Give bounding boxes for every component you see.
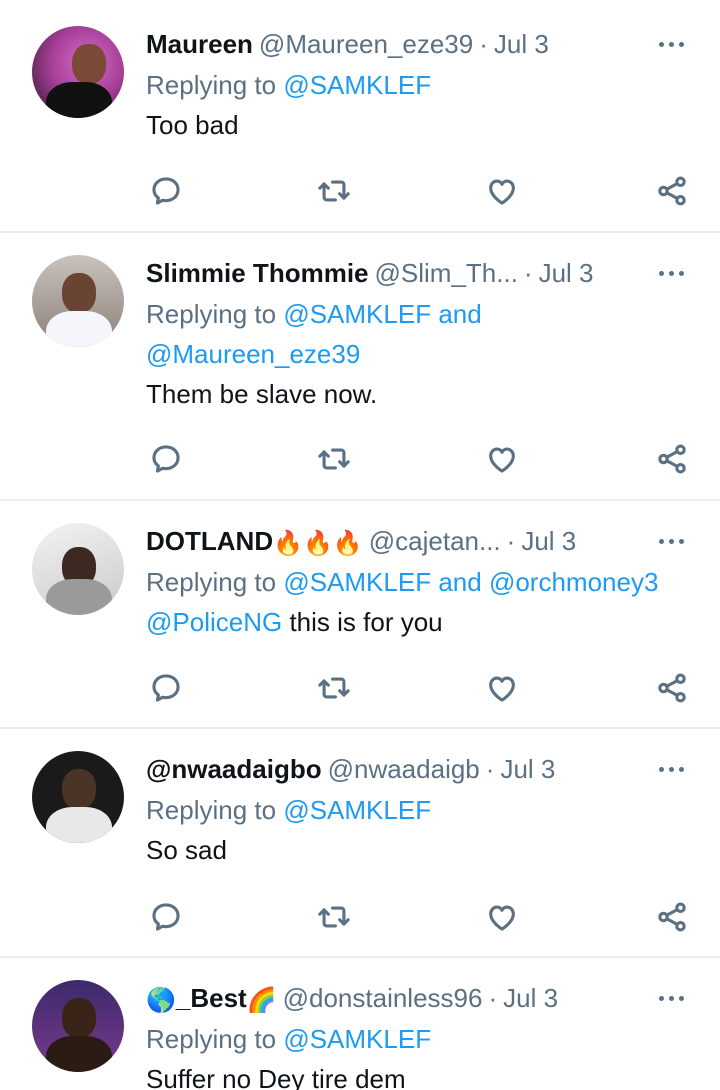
replying-to: Replying to @SAMKLEF bbox=[146, 790, 720, 830]
reply-and: and bbox=[438, 299, 482, 329]
avatar[interactable] bbox=[32, 26, 124, 118]
reply-icon[interactable] bbox=[146, 439, 186, 479]
reply-mention[interactable]: @SAMKLEF bbox=[283, 1024, 431, 1054]
replying-to: Replying to @SAMKLEF bbox=[146, 1019, 720, 1059]
more-horizontal-icon[interactable] bbox=[654, 752, 688, 786]
tweet-date[interactable]: Jul 3 bbox=[521, 526, 576, 556]
user-handle[interactable]: @donstainless96 bbox=[283, 983, 483, 1013]
more-horizontal-icon[interactable] bbox=[654, 256, 688, 290]
retweet-icon[interactable] bbox=[314, 897, 354, 937]
tweet[interactable]: Slimmie Thommie @Slim_Th... · Jul 3 Replyin… bbox=[0, 233, 720, 501]
display-name[interactable]: DOTLAND bbox=[146, 526, 273, 556]
avatar[interactable] bbox=[32, 255, 124, 347]
tweet-text: So sad bbox=[146, 835, 227, 865]
avatar[interactable] bbox=[32, 980, 124, 1072]
tweet-actions bbox=[148, 897, 720, 937]
user-handle[interactable]: @Maureen_eze39 bbox=[259, 29, 473, 59]
tweet-header: Slimmie Thommie @Slim_Th... · Jul 3 bbox=[146, 256, 720, 290]
retweet-icon[interactable] bbox=[314, 171, 354, 211]
tweet-date[interactable]: Jul 3 bbox=[503, 983, 558, 1013]
tweet-text-body: this is for you bbox=[289, 607, 443, 637]
separator-dot: · bbox=[523, 258, 533, 288]
like-icon[interactable] bbox=[482, 897, 522, 937]
tweet-date[interactable]: Jul 3 bbox=[500, 754, 555, 784]
replying-to-label: Replying to bbox=[146, 795, 277, 825]
replies-feed: Maureen @Maureen_eze39 · Jul 3 Replying to … bbox=[0, 0, 720, 1090]
tweet-actions bbox=[148, 439, 720, 479]
tweet[interactable]: @nwaadaigbo @nwaadaigb · Jul 3 Replying to … bbox=[0, 729, 720, 958]
tweet-date[interactable]: Jul 3 bbox=[494, 29, 549, 59]
tweet-date[interactable]: Jul 3 bbox=[539, 258, 594, 288]
reply-mention[interactable]: @SAMKLEF bbox=[283, 795, 431, 825]
replying-to-label: Replying to bbox=[146, 1024, 277, 1054]
tweet-header: Maureen @Maureen_eze39 · Jul 3 bbox=[146, 27, 720, 61]
replying-to: Replying to @SAMKLEF and @Maureen_eze39 bbox=[146, 294, 720, 374]
reply-mention[interactable]: @SAMKLEF bbox=[283, 299, 431, 329]
share-icon[interactable] bbox=[652, 171, 692, 211]
reply-mention[interactable]: @orchmoney3 bbox=[489, 567, 658, 597]
tweet-text: Too bad bbox=[146, 110, 239, 140]
replying-to-label: Replying to bbox=[146, 70, 277, 100]
name-emoji-prefix: 🌎 bbox=[146, 986, 176, 1015]
avatar[interactable] bbox=[32, 751, 124, 843]
reply-mention[interactable]: @Maureen_eze39 bbox=[146, 339, 360, 369]
tweet-actions bbox=[148, 171, 720, 211]
like-icon[interactable] bbox=[482, 439, 522, 479]
display-name[interactable]: _Best bbox=[176, 983, 247, 1013]
tweet-text: Suffer no Dey tire dem bbox=[146, 1064, 406, 1090]
display-name[interactable]: @nwaadaigbo bbox=[146, 754, 322, 784]
user-handle[interactable]: @cajetan... bbox=[369, 526, 501, 556]
reply-mention[interactable]: @SAMKLEF bbox=[283, 70, 431, 100]
share-icon[interactable] bbox=[652, 897, 692, 937]
replying-to-label: Replying to bbox=[146, 567, 277, 597]
separator-dot: · bbox=[488, 983, 498, 1013]
tweet[interactable]: DOTLAND🔥🔥🔥 @cajetan... · Jul 3 Replying to … bbox=[0, 501, 720, 729]
replying-to: Replying to @SAMKLEF bbox=[146, 65, 720, 105]
replying-to: Replying to @SAMKLEF and @orchmoney3 bbox=[146, 562, 720, 602]
retweet-icon[interactable] bbox=[314, 439, 354, 479]
name-emoji: 🔥🔥🔥 bbox=[273, 529, 363, 558]
like-icon[interactable] bbox=[482, 171, 522, 211]
tweet-actions bbox=[148, 668, 720, 708]
more-horizontal-icon[interactable] bbox=[654, 27, 688, 61]
text-mention[interactable]: @PoliceNG bbox=[146, 607, 282, 637]
separator-dot: · bbox=[485, 754, 495, 784]
separator-dot: · bbox=[479, 29, 488, 59]
reply-and: and bbox=[438, 567, 482, 597]
avatar[interactable] bbox=[32, 523, 124, 615]
more-horizontal-icon[interactable] bbox=[654, 524, 688, 558]
tweet-header: DOTLAND🔥🔥🔥 @cajetan... · Jul 3 bbox=[146, 524, 720, 558]
display-name[interactable]: Slimmie Thommie bbox=[146, 258, 369, 288]
like-icon[interactable] bbox=[482, 668, 522, 708]
reply-icon[interactable] bbox=[146, 668, 186, 708]
retweet-icon[interactable] bbox=[314, 668, 354, 708]
user-handle[interactable]: @Slim_Th... bbox=[375, 258, 518, 288]
share-icon[interactable] bbox=[652, 668, 692, 708]
separator-dot: · bbox=[506, 526, 516, 556]
tweet-header: @nwaadaigbo @nwaadaigb · Jul 3 bbox=[146, 752, 720, 786]
more-horizontal-icon[interactable] bbox=[654, 981, 688, 1015]
tweet-text: @PoliceNG this is for you bbox=[146, 602, 720, 642]
user-handle[interactable]: @nwaadaigb bbox=[328, 754, 480, 784]
tweet-header: 🌎_Best🌈 @donstainless96 · Jul 3 bbox=[146, 981, 720, 1015]
reply-icon[interactable] bbox=[146, 171, 186, 211]
share-icon[interactable] bbox=[652, 439, 692, 479]
reply-icon[interactable] bbox=[146, 897, 186, 937]
replying-to-label: Replying to bbox=[146, 299, 277, 329]
tweet-text: Them be slave now. bbox=[146, 379, 378, 409]
tweet[interactable]: 🌎_Best🌈 @donstainless96 · Jul 3 Replying to… bbox=[0, 958, 720, 1090]
reply-mention[interactable]: @SAMKLEF bbox=[283, 567, 431, 597]
tweet[interactable]: Maureen @Maureen_eze39 · Jul 3 Replying to … bbox=[0, 0, 720, 233]
name-emoji: 🌈 bbox=[246, 986, 277, 1015]
display-name[interactable]: Maureen bbox=[146, 29, 253, 59]
